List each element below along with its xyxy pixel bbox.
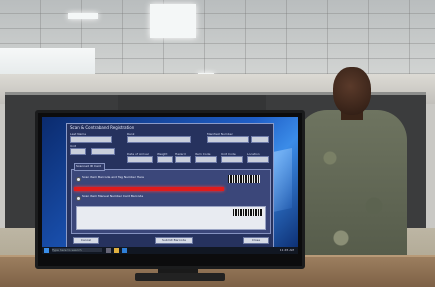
manifest-number-field[interactable] (207, 136, 249, 143)
soldier-head (333, 67, 371, 115)
item-code-field[interactable] (195, 156, 217, 163)
ceiling-light (68, 13, 98, 19)
barcode-icon (233, 209, 263, 216)
windows-start-icon[interactable] (44, 248, 49, 253)
submit-barcode-button[interactable]: Submit Barcode (155, 237, 193, 244)
scan-registration-window[interactable]: Scan & Contraband Registration Last Name… (66, 123, 274, 249)
rank-field[interactable] (127, 136, 191, 143)
scan-result-area[interactable] (76, 206, 266, 230)
browser-icon[interactable] (122, 248, 127, 253)
monitor: Scan & Contraband Registration Last Name… (35, 110, 305, 269)
taskbar-clock: 11:45 AM (279, 248, 294, 252)
last-name-field[interactable] (70, 136, 112, 143)
task-view-icon[interactable] (106, 248, 111, 253)
radio-button[interactable] (76, 196, 81, 201)
row-label: Scan Item Manual Number Card Barcode (82, 194, 144, 198)
scan-beam (74, 187, 224, 191)
location-field[interactable] (247, 156, 269, 163)
weight-field[interactable] (157, 156, 173, 163)
monitor-base (135, 273, 225, 281)
unit-code-field[interactable] (91, 148, 115, 155)
taskbar-search[interactable]: Type here to search (52, 248, 102, 252)
manual-scan-row[interactable]: Scan Item Manual Number Card Barcode (76, 194, 264, 202)
soldier-body (297, 110, 407, 270)
hazard-field[interactable] (175, 156, 191, 163)
desktop-screen: Scan & Contraband Registration Last Name… (42, 117, 298, 254)
ceiling-light (150, 4, 196, 38)
barcode-icon (228, 175, 260, 183)
folder-icon[interactable] (114, 248, 119, 253)
cancel-button[interactable]: Cancel (73, 237, 99, 244)
scan-panel: Scanned ID Card Scan Item Barcode and Ta… (71, 163, 271, 234)
scan-item-row[interactable]: Scan Item Barcode and Tag Number Here (76, 175, 264, 183)
row-label: Scan Item Barcode and Tag Number Here (82, 175, 145, 179)
unit-code-field[interactable] (221, 156, 243, 163)
unit-field[interactable] (70, 148, 86, 155)
window-title: Scan & Contraband Registration (70, 125, 135, 130)
taskbar: Type here to search 11:45 AM (42, 247, 298, 254)
close-button[interactable]: Close (243, 237, 269, 244)
manifest-suffix-field[interactable] (251, 136, 269, 143)
office-scene: Scan & Contraband Registration Last Name… (0, 0, 435, 287)
date-of-arrival-field[interactable] (127, 156, 153, 163)
radio-button[interactable] (76, 177, 81, 182)
scanned-id-tab[interactable]: Scanned ID Card (74, 163, 105, 171)
